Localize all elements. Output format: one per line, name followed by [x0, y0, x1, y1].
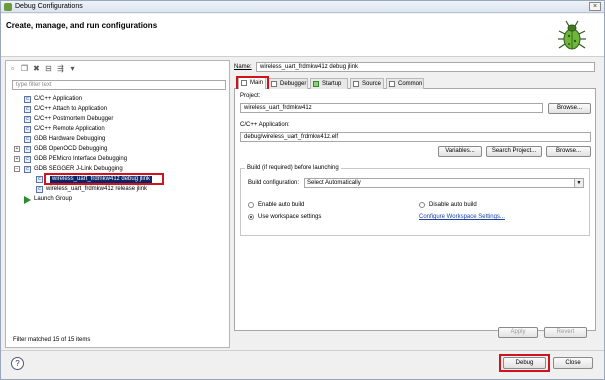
- search-project-button[interactable]: Search Project...: [486, 146, 542, 157]
- config-tabs: Main Debugger Startup Source Common: [234, 76, 596, 92]
- build-group-label: Build (if required) before launching: [245, 165, 341, 171]
- duplicate-icon[interactable]: ❐: [20, 64, 29, 73]
- bug-icon: [558, 20, 586, 50]
- application-field[interactable]: debug/wireless_uart_frdmkw41z.elf: [240, 132, 591, 142]
- build-group: Build (if required) before launching Bui…: [240, 165, 590, 236]
- revert-button[interactable]: Revert: [544, 327, 587, 338]
- configure-workspace-link[interactable]: Configure Workspace Settings...: [419, 214, 505, 220]
- cpp-config-icon: c: [24, 146, 31, 153]
- tree-item-launch-group[interactable]: Launch Group: [12, 194, 226, 204]
- launch-group-icon: [24, 196, 31, 204]
- cpp-config-icon: c: [24, 166, 31, 173]
- debug-configurations-window: Debug Configurations × Create, manage, a…: [0, 0, 605, 380]
- startup-tab-icon: [313, 81, 319, 87]
- configuration-editor: Name: wireless_uart_frdmkw41z debug jlin…: [231, 60, 602, 348]
- close-window-button[interactable]: ×: [589, 2, 601, 11]
- expand-toggle-icon[interactable]: +: [14, 146, 20, 152]
- close-button[interactable]: Close: [553, 357, 593, 369]
- filter-status: Filter matched 15 of 15 items: [13, 337, 91, 343]
- cpp-config-icon: c: [24, 106, 31, 113]
- tab-debugger[interactable]: Debugger: [268, 78, 308, 89]
- configuration-tree-panel: ▫ ❐ ✖ ⊟ ⇶ ▾ type filter text c C/C++ Applicati…: [5, 60, 230, 348]
- project-browse-button[interactable]: Browse...: [548, 103, 591, 114]
- delete-icon[interactable]: ✖: [32, 64, 41, 73]
- source-tab-icon: [353, 81, 359, 87]
- debugger-tab-icon: [271, 81, 277, 87]
- tree-item-cpp-postmortem[interactable]: c C/C++ Postmortem Debugger: [12, 114, 226, 124]
- tree-item-debug-jlink[interactable]: c wireless_uart_frdmkw41z debug jlink: [12, 173, 226, 185]
- cpp-config-icon: c: [36, 186, 43, 193]
- tab-startup[interactable]: Startup: [310, 78, 348, 89]
- collapse-toggle-icon[interactable]: −: [14, 166, 20, 172]
- debug-button-highlight: [499, 354, 550, 372]
- filter-icon[interactable]: ⇶: [56, 64, 65, 73]
- header-banner: Create, manage, and run configurations: [1, 14, 604, 57]
- new-config-icon[interactable]: ▫: [8, 64, 17, 73]
- enable-auto-build-label: Enable auto build: [258, 202, 305, 208]
- name-label: Name:: [234, 64, 252, 70]
- build-config-select[interactable]: Select Automatically ▼: [304, 178, 584, 188]
- common-tab-icon: [389, 81, 395, 87]
- tree-item-gdb-pemicro[interactable]: + c GDB PEMicro Interface Debugging: [12, 154, 226, 164]
- tree-item-gdb-openocd[interactable]: + c GDB OpenOCD Debugging: [12, 144, 226, 154]
- cpp-config-icon: c: [24, 116, 31, 123]
- tree-item-cpp-application[interactable]: c C/C++ Application: [12, 94, 226, 104]
- cpp-config-icon: c: [24, 96, 31, 103]
- cpp-config-icon: c: [36, 176, 43, 183]
- apply-button[interactable]: Apply: [498, 327, 538, 338]
- selected-config-label: wireless_uart_frdmkw41z debug jlink: [50, 176, 153, 183]
- app-icon: [4, 2, 12, 11]
- build-config-label: Build configuration:: [248, 180, 300, 186]
- filter-input[interactable]: type filter text: [12, 80, 226, 90]
- application-browse-button[interactable]: Browse...: [546, 146, 591, 157]
- tree-item-cpp-remote[interactable]: c C/C++ Remote Application: [12, 124, 226, 134]
- disable-auto-build-label: Disable auto build: [429, 202, 477, 208]
- tree-item-gdb-hardware[interactable]: c GDB Hardware Debugging: [12, 134, 226, 144]
- name-field[interactable]: wireless_uart_frdmkw41z debug jlink: [256, 62, 595, 72]
- tree-item-cpp-attach[interactable]: c C/C++ Attach to Application: [12, 104, 226, 114]
- tree-item-release-jlink[interactable]: c wireless_uart_frdmkw41z release jlink: [12, 184, 226, 194]
- tree-toolbar: ▫ ❐ ✖ ⊟ ⇶ ▾: [8, 63, 77, 74]
- enable-auto-build-radio[interactable]: [248, 202, 254, 208]
- expand-toggle-icon[interactable]: +: [14, 156, 20, 162]
- main-tab-panel: Project: wireless_uart_frdmkw41z Browse.…: [234, 89, 596, 331]
- application-label: C/C++ Application:: [240, 122, 290, 128]
- collapse-all-icon[interactable]: ⊟: [44, 64, 53, 73]
- title-bar: Debug Configurations ×: [1, 1, 604, 13]
- workspace-settings-label: Use workspace settings: [258, 214, 322, 220]
- tab-source[interactable]: Source: [350, 78, 384, 89]
- cpp-config-icon: c: [24, 126, 31, 133]
- disable-auto-build-radio[interactable]: [419, 202, 425, 208]
- project-field[interactable]: wireless_uart_frdmkw41z: [240, 103, 543, 113]
- cpp-config-icon: c: [24, 156, 31, 163]
- window-title: Debug Configurations: [15, 3, 83, 10]
- configuration-tree: c C/C++ Application c C/C++ Attach to Appl…: [12, 94, 226, 204]
- workspace-settings-radio[interactable]: [248, 214, 254, 220]
- cpp-config-icon: c: [24, 136, 31, 143]
- banner-heading: Create, manage, and run configurations: [6, 21, 158, 30]
- project-label: Project:: [240, 93, 261, 99]
- variables-button[interactable]: Variables...: [438, 146, 482, 157]
- dropdown-icon[interactable]: ▾: [68, 64, 77, 73]
- chevron-down-icon: ▼: [574, 179, 583, 187]
- tab-common[interactable]: Common: [386, 78, 424, 89]
- help-icon[interactable]: ?: [11, 357, 24, 370]
